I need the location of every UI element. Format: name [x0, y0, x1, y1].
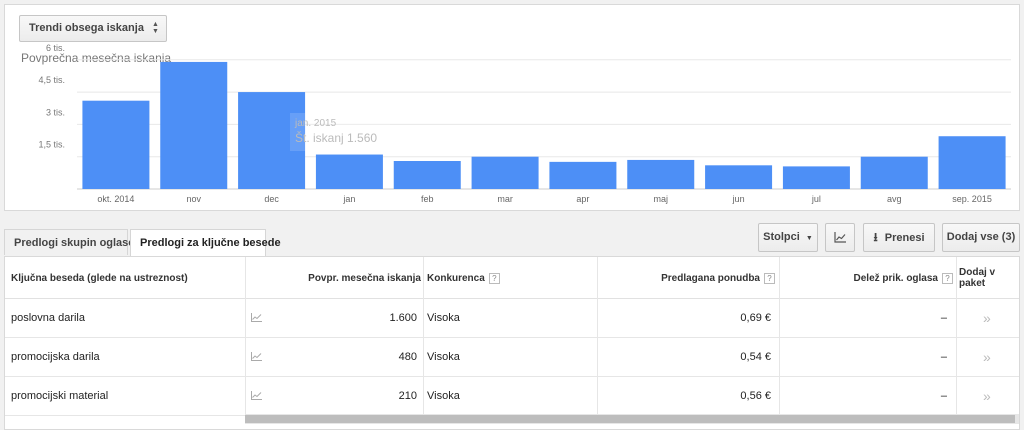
- bid-cell: 0,54 €: [740, 351, 771, 363]
- table-row: promocijska darila 480 Visoka 0,54 € – »: [5, 338, 1019, 377]
- tab-ad-group-ideas[interactable]: Predlogi skupin oglasov: [4, 229, 141, 255]
- line-chart-icon: [833, 232, 846, 243]
- header-add-to-plan: Dodaj v paket: [959, 257, 1015, 299]
- keyword-cell[interactable]: promocijska darila: [11, 338, 100, 376]
- x-tick-label: jan: [342, 194, 355, 204]
- bar: [860, 156, 928, 189]
- y-tick-label: 3 tis.: [46, 107, 65, 117]
- x-tick-label: jun: [732, 194, 745, 204]
- header-searches-label: Povpr. mesečna iskanja: [308, 272, 421, 284]
- header-keyword[interactable]: Ključna beseda (glede na ustreznost): [11, 257, 188, 299]
- y-tick-label: 4,5 tis.: [38, 75, 65, 85]
- download-icon: ⭳: [873, 230, 878, 244]
- bar: [393, 161, 461, 189]
- columns-button[interactable]: Stolpci ▼: [758, 223, 818, 252]
- bar: [938, 136, 1006, 189]
- add-to-plan-icon[interactable]: »: [983, 299, 991, 337]
- competition-cell: Visoka: [427, 390, 460, 402]
- x-tick-label: mar: [497, 194, 513, 204]
- header-bid[interactable]: Predlagana ponudba ?: [599, 257, 775, 299]
- header-competition[interactable]: Konkurenca ?: [427, 257, 500, 299]
- x-tick-label: avg: [887, 194, 902, 204]
- header-share-label: Delež prik. oglasa: [853, 272, 938, 284]
- y-tick-label: 6 tis.: [46, 43, 65, 53]
- header-bid-label: Predlagana ponudba: [661, 272, 760, 284]
- share-cell: –: [940, 390, 947, 402]
- bar: [627, 159, 695, 189]
- x-tick-label: dec: [264, 194, 279, 204]
- header-add-line1: Dodaj v: [959, 267, 996, 278]
- download-button[interactable]: ⭳ Prenesi: [863, 223, 935, 252]
- table-header: Ključna beseda (glede na ustreznost) Pov…: [5, 257, 1019, 299]
- add-to-plan-icon[interactable]: »: [983, 377, 991, 415]
- add-to-plan-icon[interactable]: »: [983, 338, 991, 376]
- x-tick-label: apr: [576, 194, 589, 204]
- searches-cell: 480: [398, 351, 417, 363]
- x-tick-label: jul: [811, 194, 821, 204]
- x-tick-label: sep. 2015: [952, 194, 992, 204]
- header-add-line2: paket: [959, 278, 986, 289]
- y-tick-label: 1,5 tis.: [38, 140, 65, 150]
- bid-cell: 0,56 €: [740, 390, 771, 402]
- keyword-table: Ključna beseda (glede na ustreznost) Pov…: [4, 256, 1020, 430]
- competition-cell: Visoka: [427, 312, 460, 324]
- searches-cell: 210: [398, 390, 417, 402]
- download-label: Prenesi: [884, 232, 925, 244]
- x-tick-label: feb: [421, 194, 434, 204]
- keyword-cell[interactable]: promocijski material: [11, 377, 108, 415]
- chart-toggle-button[interactable]: [825, 223, 855, 252]
- bar: [471, 156, 539, 189]
- keyword-cell[interactable]: poslovna darila: [11, 299, 85, 337]
- header-share[interactable]: Delež prik. oglasa ?: [781, 257, 953, 299]
- table-row: poslovna darila 1.600 Visoka 0,69 € – »: [5, 299, 1019, 338]
- x-tick-label: nov: [186, 194, 201, 204]
- bar: [160, 61, 228, 189]
- bar: [315, 154, 383, 189]
- x-tick-label: maj: [653, 194, 668, 204]
- caret-down-icon: ▼: [805, 235, 813, 242]
- tooltip-month: jan. 2015: [294, 118, 337, 129]
- bar: [782, 166, 850, 189]
- bar-chart: 1,5 tis. 3 tis. 4,5 tis. 6 tis. okt. 2014 nov…: [38, 43, 1011, 204]
- x-tick-label: okt. 2014: [97, 194, 134, 204]
- bar: [705, 165, 773, 189]
- bid-cell: 0,69 €: [740, 312, 771, 324]
- help-icon[interactable]: ?: [488, 272, 500, 284]
- scrollbar-thumb[interactable]: [245, 415, 1015, 423]
- columns-label: Stolpci: [763, 231, 800, 243]
- share-cell: –: [940, 312, 947, 324]
- header-searches[interactable]: Povpr. mesečna iskanja: [245, 257, 421, 299]
- bar: [549, 161, 617, 189]
- header-competition-label: Konkurenca: [427, 272, 485, 284]
- bar: [82, 100, 150, 189]
- searches-cell: 1.600: [389, 312, 417, 324]
- table-row: promocijski material 210 Visoka 0,56 € – »: [5, 377, 1019, 416]
- add-all-button[interactable]: Dodaj vse (3): [942, 223, 1020, 252]
- chart-panel: Trendi obsega iskanja ▲ ▼ Povprečna meseč…: [4, 4, 1020, 211]
- tab-keyword-ideas[interactable]: Predlogi za ključne besede: [130, 229, 281, 256]
- help-icon[interactable]: ?: [942, 272, 953, 284]
- competition-cell: Visoka: [427, 351, 460, 363]
- share-cell: –: [940, 351, 947, 363]
- tooltip-value: Št. iskanj 1.560: [295, 130, 377, 145]
- help-icon[interactable]: ?: [764, 272, 775, 284]
